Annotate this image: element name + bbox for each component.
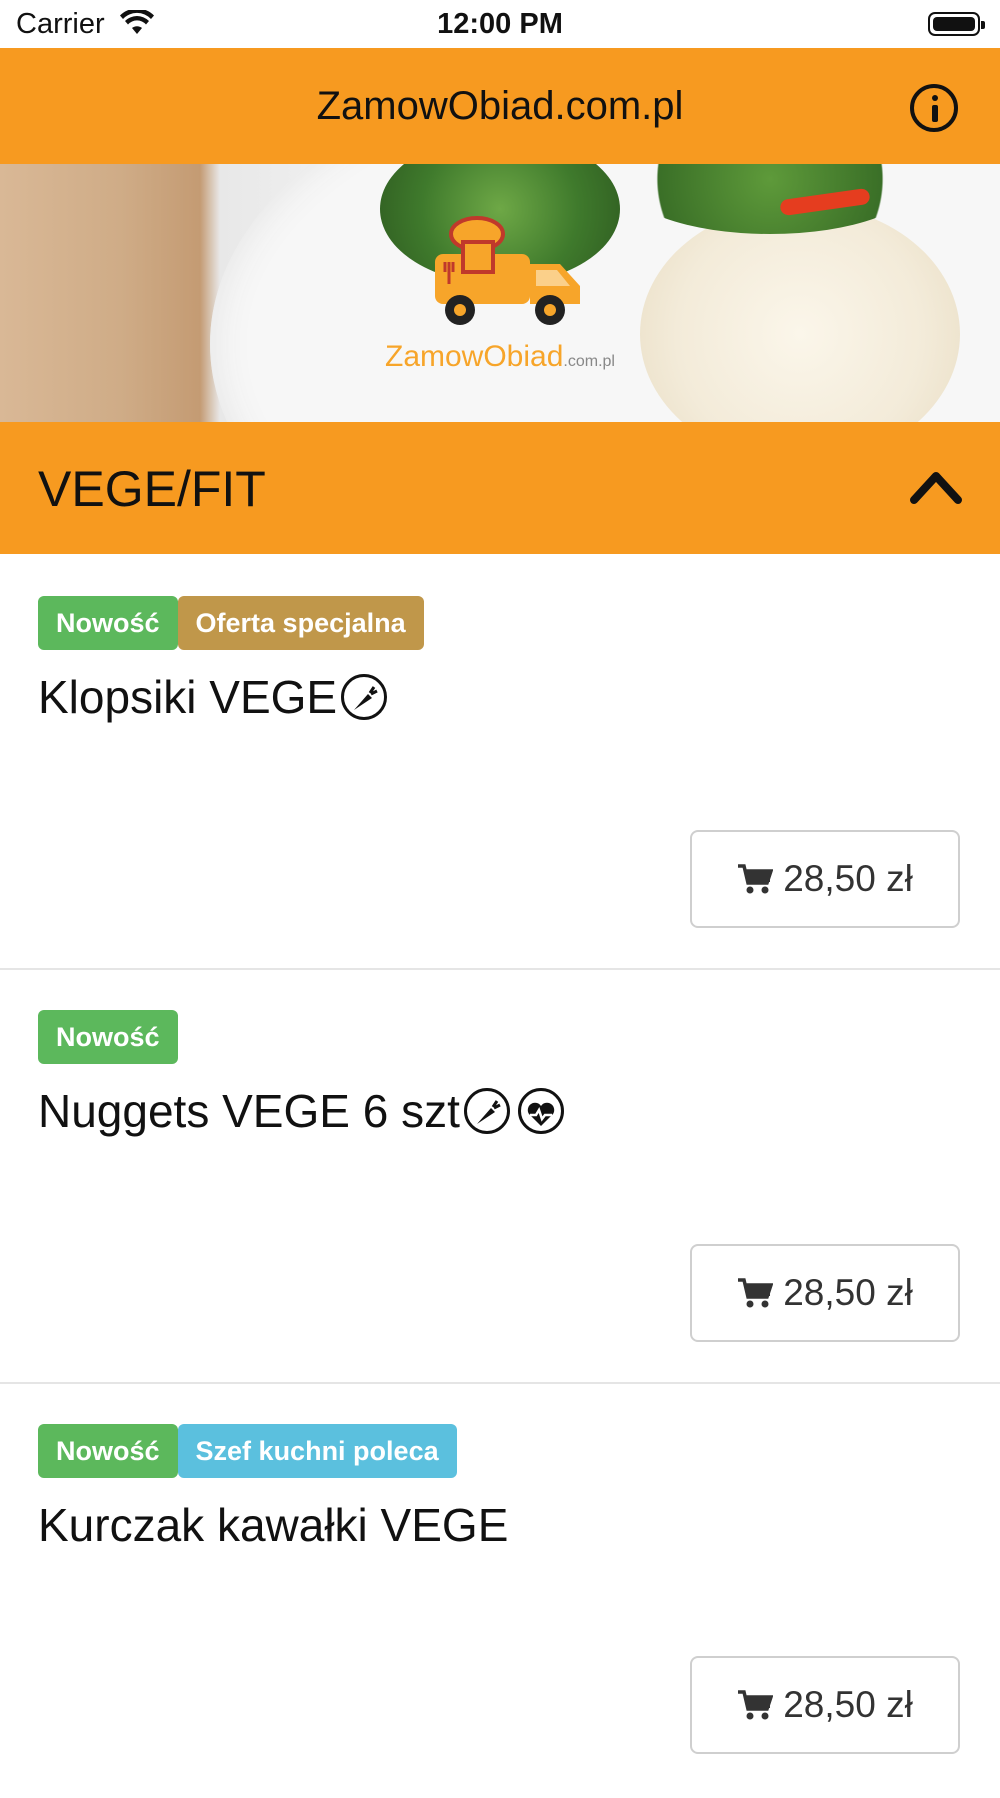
heart-pulse-icon: [517, 1088, 564, 1134]
cart-icon: [738, 864, 774, 894]
cart-icon: [738, 1278, 774, 1308]
badge-group: Nowość: [38, 1010, 178, 1064]
add-to-cart-button[interactable]: 28,50 zł: [690, 1244, 960, 1342]
category-header[interactable]: VEGE/FIT: [0, 422, 1000, 554]
badge-group: Nowość Szef kuchni poleca: [38, 1424, 457, 1478]
app-title: ZamowObiad.com.pl: [316, 84, 684, 128]
add-to-cart-button[interactable]: 28,50 zł: [690, 1656, 960, 1754]
item-name: Nuggets VEGE 6 szt: [38, 1085, 460, 1137]
price-label: 28,50 zł: [783, 1684, 913, 1725]
badge-group: Nowość Oferta specjalna: [38, 596, 424, 650]
item-name: Kurczak kawałki VEGE: [38, 1499, 509, 1551]
item-name-row: Kurczak kawałki VEGE: [38, 1498, 508, 1552]
carrot-icon: [463, 1088, 510, 1134]
badge-new: Nowość: [38, 1010, 178, 1064]
menu-item[interactable]: Nowość Szef kuchni poleca Kurczak kawałk…: [0, 1384, 1000, 1798]
price-label: 28,50 zł: [783, 858, 913, 899]
clock: 12:00 PM: [437, 8, 563, 40]
info-circle-icon[interactable]: [910, 84, 958, 132]
battery-icon: [928, 12, 985, 36]
add-to-cart-button[interactable]: 28,50 zł: [690, 830, 960, 928]
badge-special-offer: Oferta specjalna: [177, 596, 424, 650]
nav-bar: ZamowObiad.com.pl: [0, 48, 1000, 164]
cart-icon: [738, 1690, 774, 1720]
category-title: VEGE/FIT: [38, 461, 266, 517]
hero-banner: ZamowObiad.com.pl: [0, 164, 1000, 422]
brand-logo-text: ZamowObiad.com.pl: [385, 340, 615, 373]
badge-new: Nowość: [38, 596, 178, 650]
item-name-row: Klopsiki VEGE: [38, 670, 388, 724]
chevron-up-icon[interactable]: [910, 468, 962, 504]
item-name-row: Nuggets VEGE 6 szt: [38, 1084, 564, 1138]
carrot-icon: [341, 674, 388, 720]
badge-new: Nowość: [38, 1424, 178, 1478]
badge-chef-recommends: Szef kuchni poleca: [177, 1424, 457, 1478]
item-name: Klopsiki VEGE: [38, 671, 338, 723]
menu-item[interactable]: Nowość Nuggets VEGE 6 szt 28,50 zł: [0, 970, 1000, 1384]
status-bar: Carrier 12:00 PM: [0, 0, 1000, 48]
price-label: 28,50 zł: [783, 1272, 913, 1313]
truck-logo-icon: [435, 216, 580, 325]
menu-item[interactable]: Nowość Oferta specjalna Klopsiki VEGE 28…: [0, 556, 1000, 970]
